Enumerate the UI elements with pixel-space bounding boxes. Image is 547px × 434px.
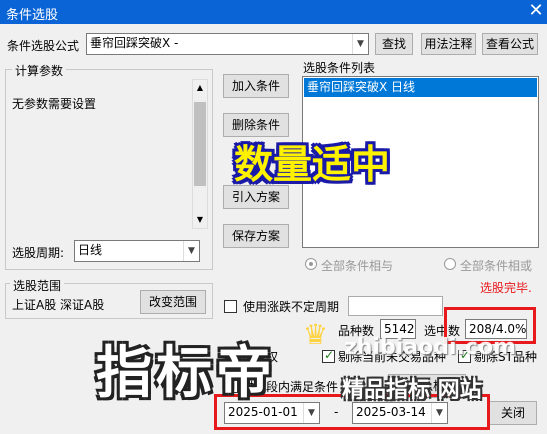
watermark-big-yellow: 数量适中 <box>234 143 391 188</box>
range-legend: 选股范围 <box>10 277 65 294</box>
usage-button[interactable]: 用法注释 <box>421 33 476 55</box>
and-radio[interactable] <box>305 258 317 270</box>
or-radio[interactable] <box>444 258 456 270</box>
conditions-legend: 选股条件列表 <box>303 61 376 75</box>
window-title: 条件选股 <box>6 8 59 23</box>
status-text: 选股完毕. <box>480 281 532 295</box>
params-scrollbar[interactable]: ▲ ▼ <box>192 79 208 229</box>
change-range-button[interactable]: 改变范围 <box>140 290 206 314</box>
view-formula-button[interactable]: 查看公式 <box>482 33 538 55</box>
crown-icon: ♛ <box>303 318 329 351</box>
save-plan-button[interactable]: 保存方案 <box>223 224 289 248</box>
watermark-big-white: 指标帝 <box>96 341 276 406</box>
scroll-thumb[interactable] <box>194 102 206 186</box>
params-legend: 计算参数 <box>12 62 67 79</box>
period-select[interactable]: 日线 ▼ <box>74 240 200 262</box>
find-button[interactable]: 查找 <box>375 33 413 55</box>
rise-fall-checkbox[interactable] <box>224 300 237 313</box>
period-value: 日线 <box>78 243 103 257</box>
chevron-down-icon[interactable]: ▼ <box>352 34 368 54</box>
period-label: 选股周期: <box>12 246 65 260</box>
scroll-up-icon[interactable]: ▲ <box>193 80 207 96</box>
period-input[interactable] <box>348 296 443 316</box>
scroll-down-icon[interactable]: ▼ <box>193 212 207 228</box>
close-button[interactable]: 关闭 <box>489 401 537 425</box>
formula-value: 垂帘回踩突破X - <box>90 36 179 50</box>
add-condition-button[interactable]: 加入条件 <box>223 74 289 98</box>
range-text: 上证A股 深证A股 <box>12 298 105 312</box>
close-icon[interactable]: ✕ <box>526 1 546 21</box>
watermark-site-latin: zhibiaodi.com <box>344 335 516 360</box>
title-bar: 条件选股 ✕ <box>0 0 547 24</box>
list-item[interactable]: 垂帘回踩突破X 日线 <box>304 78 537 97</box>
watermark-site-cn: 精品指标 网站 <box>342 378 482 403</box>
formula-select[interactable]: 垂帘回踩突破X - ▼ <box>86 33 369 55</box>
or-radio-label: 全部条件相或 <box>460 259 533 273</box>
and-radio-label: 全部条件相与 <box>321 259 394 273</box>
exclude-untraded-checkbox[interactable] <box>322 348 335 363</box>
rise-fall-label: 使用涨跌不定周期 <box>243 300 340 314</box>
formula-label: 条件选股公式 <box>7 39 80 53</box>
params-text: 无参数需要设置 <box>12 97 97 111</box>
chevron-down-icon[interactable]: ▼ <box>183 241 199 261</box>
